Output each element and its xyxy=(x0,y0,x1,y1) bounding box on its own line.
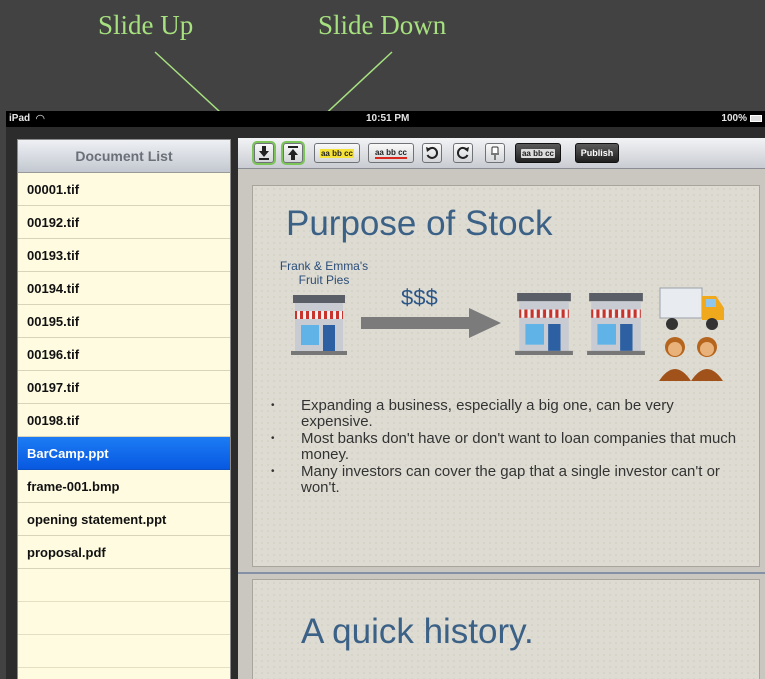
publish-button[interactable]: Publish xyxy=(575,143,619,163)
pin-note-button[interactable] xyxy=(485,143,505,163)
document-item-selected[interactable]: BarCamp.ppt xyxy=(18,437,230,470)
arrow-icon xyxy=(361,308,501,338)
document-list-title: Document List xyxy=(18,140,230,173)
document-item[interactable]: frame-001.bmp xyxy=(18,470,230,503)
slide-purpose-of-stock: Purpose of Stock Frank & Emma's Fruit Pi… xyxy=(252,185,760,567)
rotate-right-icon xyxy=(456,146,469,159)
document-item[interactable]: 00197.tif xyxy=(18,371,230,404)
storefront-icon xyxy=(291,295,347,355)
document-list-panel: Document List 00001.tif 00192.tif 00193.… xyxy=(17,139,231,679)
slide-down-button[interactable] xyxy=(254,143,274,163)
slide-up-button[interactable] xyxy=(283,143,303,163)
slide-up-callout: Slide Up xyxy=(98,10,194,40)
document-item[interactable]: opening statement.ppt xyxy=(18,503,230,536)
slide-down-callout: Slide Down xyxy=(318,10,447,40)
ipad-screen: iPad ◠ 10:51 PM 100% Document List 00001… xyxy=(6,111,765,679)
empty-row xyxy=(18,635,230,668)
battery-percent: 100% xyxy=(721,113,747,124)
carrier-label: iPad xyxy=(9,113,31,124)
highlight-text-button[interactable]: aa bb cc xyxy=(314,143,360,163)
document-list: 00001.tif 00192.tif 00193.tif 00194.tif … xyxy=(18,173,230,668)
slide-viewer[interactable]: Purpose of Stock Frank & Emma's Fruit Pi… xyxy=(238,169,765,679)
slide-up-icon xyxy=(288,146,298,160)
annotation-toolbar: aa bb cc aa bb cc aa bb cc Publish xyxy=(238,138,765,169)
document-item[interactable]: 00001.tif xyxy=(18,173,230,206)
document-item[interactable]: 00193.tif xyxy=(18,239,230,272)
underline-text-button[interactable]: aa bb cc xyxy=(368,143,414,163)
bullet-text: Most banks don't have or don't want to l… xyxy=(301,430,737,463)
bullet-text: Many investors can cover the gap that a … xyxy=(301,463,720,496)
status-time: 10:51 PM xyxy=(366,113,410,124)
slide-title: Purpose of Stock xyxy=(286,204,553,243)
pushpin-icon xyxy=(491,146,499,160)
bullet-item: • Expanding a business, especially a big … xyxy=(271,397,674,430)
strike-text-icon: aa bb cc xyxy=(520,148,555,158)
investors-icon xyxy=(659,337,723,381)
highlight-text-icon: aa bb cc xyxy=(319,148,354,158)
bullet-list: • Expanding a business, especially a big … xyxy=(271,398,741,497)
storefront-icon xyxy=(515,293,573,355)
slide-divider xyxy=(238,572,765,574)
delivery-truck-icon xyxy=(659,287,724,330)
document-item[interactable]: 00192.tif xyxy=(18,206,230,239)
slide-down-icon xyxy=(259,146,269,160)
empty-row xyxy=(18,602,230,635)
status-bar: iPad ◠ 10:51 PM 100% xyxy=(6,111,765,127)
storefront-icon xyxy=(587,293,645,355)
bullet-item: • Many investors can cover the gap that a… xyxy=(271,463,720,496)
underline-text-icon: aa bb cc xyxy=(374,147,407,159)
document-item[interactable]: 00194.tif xyxy=(18,272,230,305)
company-label: Frank & Emma's Fruit Pies xyxy=(279,259,369,287)
document-item[interactable]: 00195.tif xyxy=(18,305,230,338)
wifi-icon: ◠ xyxy=(36,113,45,125)
rotate-left-button[interactable] xyxy=(422,143,442,163)
rotate-left-icon xyxy=(426,146,439,159)
slide-title: A quick history. xyxy=(301,612,534,651)
strike-text-button[interactable]: aa bb cc xyxy=(515,143,561,163)
document-item[interactable]: 00198.tif xyxy=(18,404,230,437)
slide-quick-history: A quick history. xyxy=(252,579,760,679)
document-item[interactable]: 00196.tif xyxy=(18,338,230,371)
rotate-right-button[interactable] xyxy=(453,143,473,163)
document-item[interactable]: proposal.pdf xyxy=(18,536,230,569)
bullet-item: • Most banks don't have or don't want to … xyxy=(271,430,737,463)
battery-icon xyxy=(750,115,762,122)
bullet-text: Expanding a business, especially a big o… xyxy=(301,397,674,430)
empty-row xyxy=(18,569,230,602)
